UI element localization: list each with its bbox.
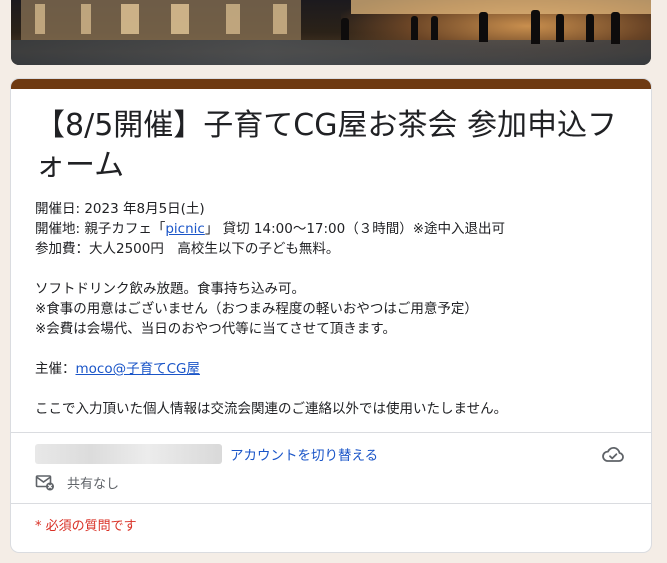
account-row: アカウントを切り替える bbox=[35, 443, 378, 465]
divider bbox=[11, 503, 651, 504]
account-email-redacted bbox=[35, 444, 222, 464]
form-description: 開催日: 2023 年8月5日(土) 開催地: 親子カフェ「picnic」 貸切… bbox=[11, 186, 651, 419]
banner-window bbox=[35, 4, 45, 34]
banner-person bbox=[411, 16, 418, 40]
banner-window bbox=[273, 4, 287, 34]
fee-note: ※会費は会場代、当日のおやつ代等に当てさせて頂きます。 bbox=[35, 321, 396, 337]
organizer: 主催：moco@子育てCG屋 bbox=[35, 359, 627, 379]
banner-person bbox=[479, 12, 488, 42]
banner-person bbox=[341, 18, 349, 40]
switch-account-link[interactable]: アカウントを切り替える bbox=[230, 444, 378, 464]
drinks-info: ソフトドリンク飲み放題。食事持ち込み可。 bbox=[35, 281, 305, 297]
header-banner-image bbox=[11, 0, 651, 65]
banner-plaza bbox=[11, 40, 651, 65]
banner-building-lit bbox=[351, 0, 651, 14]
event-fee: 参加費：大人2500円 高校生以下の子ども無料。 bbox=[35, 241, 340, 257]
banner-person bbox=[531, 10, 540, 44]
banner-window bbox=[81, 4, 91, 34]
cloud-sync-icon[interactable] bbox=[601, 443, 625, 465]
required-note: * 必須の質問です bbox=[35, 519, 137, 534]
privacy-note: ここで入力頂いた個人情報は交流会関連のご連絡以外では使用いたしません。 bbox=[35, 401, 508, 417]
banner-person bbox=[586, 14, 594, 42]
share-status-row: 共有なし bbox=[35, 471, 119, 493]
banner-person bbox=[611, 12, 620, 44]
banner-person bbox=[556, 14, 564, 42]
organizer-link[interactable]: moco@子育てCG屋 bbox=[76, 361, 200, 377]
food-note: ※食事の用意はございません（おつまみ程度の軽いおやつはご用意予定） bbox=[35, 301, 478, 317]
banner-window bbox=[226, 4, 240, 34]
banner-building bbox=[21, 0, 301, 40]
form-accent-bar bbox=[11, 79, 651, 89]
share-status-label: 共有なし bbox=[67, 476, 120, 492]
event-date: 開催日: 2023 年8月5日(土) bbox=[35, 201, 205, 217]
venue-link[interactable]: picnic bbox=[165, 221, 204, 237]
form-header-card: 【8/5開催】子育てCG屋お茶会 参加申込フォーム 開催日: 2023 年8月5… bbox=[11, 79, 651, 552]
banner-window bbox=[171, 4, 189, 34]
banner-person bbox=[431, 16, 438, 40]
banner-window bbox=[121, 4, 139, 34]
form-title: 【8/5開催】子育てCG屋お茶会 参加申込フォーム bbox=[35, 108, 618, 183]
venue-prefix: 開催地: 親子カフェ「 bbox=[35, 221, 166, 237]
event-venue: 開催地: 親子カフェ「picnic」 貸切 14:00〜17:00（３時間）※途… bbox=[35, 219, 627, 239]
divider bbox=[11, 432, 651, 433]
venue-suffix: 」 貸切 14:00〜17:00（３時間）※途中入退出可 bbox=[204, 221, 506, 237]
organizer-prefix: 主催： bbox=[35, 361, 76, 377]
mail-off-icon bbox=[35, 475, 54, 491]
